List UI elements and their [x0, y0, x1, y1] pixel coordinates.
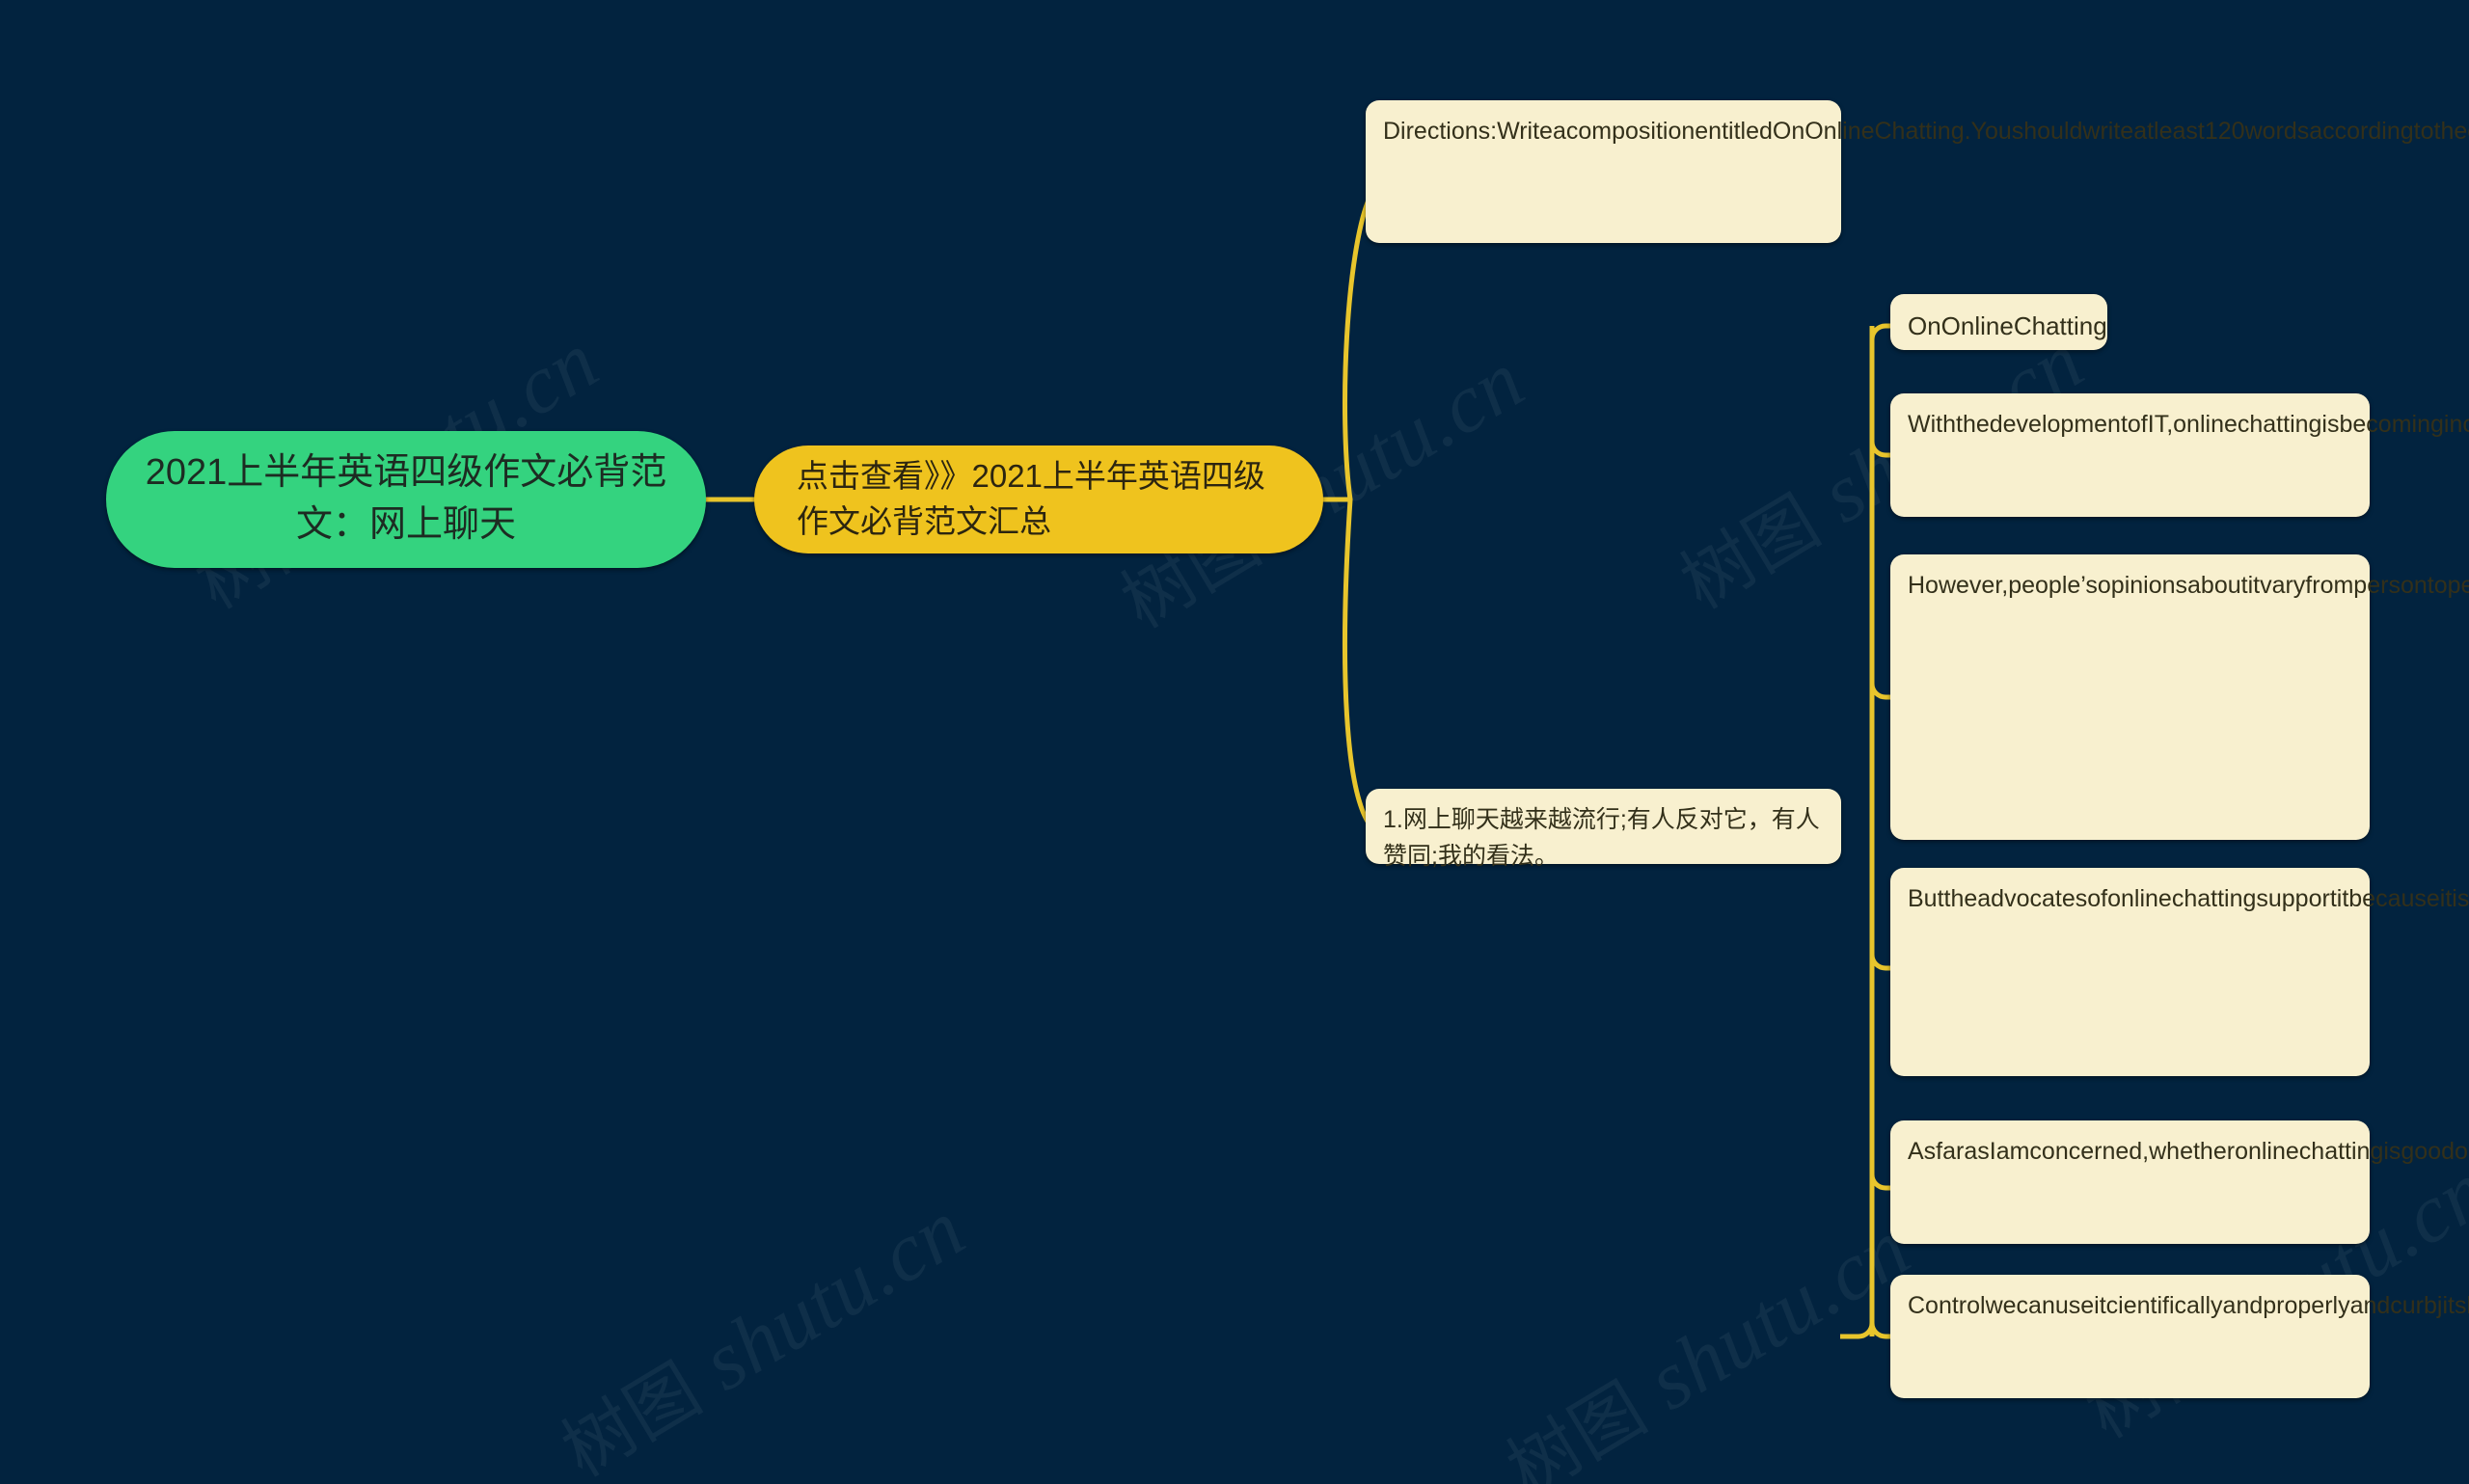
watermark-cjk: 树图 — [1667, 479, 1834, 626]
mindmap-canvas: 树图 shutu.cn 树图 shutu.cn 树图 shutu.cn 树图 s… — [0, 0, 2469, 1484]
subnode-title-label: OnOnlineChatting — [1908, 311, 2107, 340]
connector-elbow-2 — [1869, 683, 1890, 700]
root-node[interactable]: 2021上半年英语四级作文必背范文：网上聊天 — [106, 431, 706, 568]
connector-elbow-3 — [1869, 954, 1890, 971]
watermark: 树图 shutu.cn — [540, 1174, 982, 1484]
subnode-support-label: Buttheadvocatesofonlinechattingsupportit… — [1908, 885, 2469, 912]
subnode-conclusion-label: AsfarasIamconcerned,whetheronlinechattin… — [1908, 1138, 2469, 1165]
watermark-cjk: 树图 — [1493, 1366, 1661, 1484]
root-node-label: 2021上半年英语四级作文必背范文：网上聊天 — [145, 452, 667, 545]
subnode-against[interactable]: However,people’sopinionsaboutitvaryfromp… — [1890, 554, 2469, 840]
branch-node-directions[interactable]: Directions:WriteacompositionentitledOnOn… — [1366, 100, 2469, 243]
subnode-conclusion[interactable]: AsfarasIamconcerned,whetheronlinechattin… — [1890, 1120, 2469, 1244]
watermark-cjk: 树图 — [548, 1347, 716, 1484]
connector-elbow-1 — [1869, 441, 1890, 458]
subnode-support[interactable]: Buttheadvocatesofonlinechattingsupportit… — [1890, 868, 2469, 1076]
topic-node[interactable]: 点击查看》》2021上半年英语四级作文必背范文汇总 — [754, 445, 1323, 553]
branch-node-directions-label: Directions:WriteacompositionentitledOnOn… — [1383, 118, 2469, 145]
connector-elbow-4 — [1869, 1174, 1890, 1191]
connector-elbow-5 — [1869, 1322, 1890, 1339]
connector-outline-to-spine — [1840, 1322, 1875, 1339]
branch-node-outline-label: 1.网上聊天越来越流行;有人反对它，有人赞同;我的看法。 — [1383, 806, 1820, 870]
watermark-latin: shutu.cn — [1631, 1201, 1926, 1428]
subnode-intro-label: WiththedevelopmentofIT,onlinechattingisb… — [1908, 411, 2469, 438]
subnode-against-label: However,people’sopinionsaboutitvaryfromp… — [1908, 572, 2469, 599]
watermark-latin: shutu.cn — [686, 1181, 981, 1409]
topic-node-label: 点击查看》》2021上半年英语四级作文必背范文汇总 — [797, 458, 1265, 539]
subnode-control[interactable]: Controlwecanuseitcientificallyandproperl… — [1890, 1275, 2469, 1398]
subnode-title[interactable]: OnOnlineChatting — [1890, 294, 2107, 350]
subnode-control-label: Controlwecanuseitcientificallyandproperl… — [1908, 1292, 2469, 1319]
subnode-intro[interactable]: WiththedevelopmentofIT,onlinechattingisb… — [1890, 393, 2469, 517]
connector-elbow-0 — [1869, 323, 1890, 340]
branch-node-outline[interactable]: 1.网上聊天越来越流行;有人反对它，有人赞同;我的看法。 — [1366, 789, 1841, 870]
watermark: 树图 shutu.cn — [1485, 1194, 1927, 1484]
